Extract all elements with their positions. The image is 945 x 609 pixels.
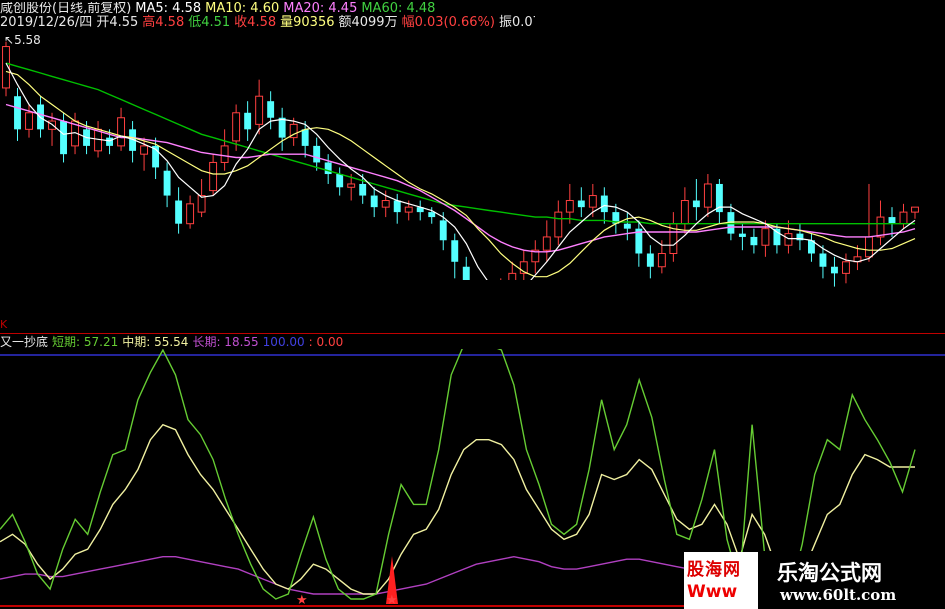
- max-price-marker: ↖5.58: [4, 33, 41, 47]
- watermark-guhaiwang-www: Www: [687, 582, 738, 602]
- watermark-letao-url: www.60lt.com: [780, 586, 897, 604]
- zero-label: : 0.00: [308, 335, 344, 349]
- candle-body-down: [600, 195, 608, 213]
- candle-body-up: [657, 253, 666, 268]
- candle-body-down: [267, 101, 275, 118]
- max-price-label: 5.58: [14, 33, 41, 47]
- candle-body-down: [623, 223, 631, 229]
- candle-body-up: [865, 236, 873, 258]
- candle-body-up: [232, 112, 241, 142]
- candle-body-down: [738, 233, 746, 237]
- watermark-letao-text: 乐淘公式网: [777, 561, 882, 585]
- candle-body-up: [209, 161, 218, 192]
- ma60-label: MA60: 4.48: [361, 2, 436, 16]
- candle-body-down: [14, 96, 21, 130]
- candle-body-up: [381, 200, 390, 208]
- candle-body-down: [244, 112, 252, 130]
- occluding-box-top-right: [535, 0, 945, 140]
- high-label: 高4.58: [142, 15, 185, 30]
- buy-signal-star-icon: ★: [296, 593, 308, 608]
- candle-body-up: [404, 206, 413, 213]
- candle-body-up: [554, 211, 563, 238]
- candle-body-down: [60, 121, 67, 155]
- candle-body-down: [428, 212, 436, 218]
- level-label: 100.00: [262, 335, 305, 349]
- candle-body-down: [336, 174, 344, 188]
- open-label: 开4.55: [96, 15, 139, 30]
- buy-signal-star-icon: ★: [386, 593, 398, 608]
- candle-body-down: [359, 183, 367, 196]
- candle-body-down: [313, 145, 321, 163]
- candle-body-up: [703, 183, 712, 208]
- candle-body-up: [784, 233, 793, 246]
- candle-body-down: [831, 266, 838, 274]
- candle-body-up: [25, 112, 33, 130]
- candle-body-down: [451, 240, 459, 262]
- candle-body-down: [888, 217, 896, 224]
- stock-title: 咸创股份(日线,前复权): [0, 2, 132, 16]
- candle-body-up: [220, 145, 229, 163]
- candle-body-up: [842, 261, 850, 274]
- candle-body-up: [680, 200, 689, 225]
- candle-body-up: [899, 211, 908, 225]
- candle-body-up: [186, 203, 195, 225]
- indicator-name: 又一抄底: [0, 335, 49, 349]
- mid-term-label: 中期: 55.54: [122, 335, 189, 349]
- watermark-guhaiwang-text: 股海网: [687, 560, 741, 580]
- ma10-label: MA10: 4.60: [205, 2, 280, 16]
- low-label: 低4.51: [188, 15, 231, 30]
- candle-body-down: [301, 129, 309, 146]
- amount-label: 额4099万: [338, 15, 398, 30]
- candle-body-up: [197, 195, 206, 213]
- candle-body-down: [370, 195, 378, 208]
- candle-body-down: [750, 236, 758, 246]
- price-header: 咸创股份(日线,前复权) MA5: 4.58 MA10: 4.60 MA20: 4.4…: [0, 2, 535, 30]
- candle-body-down: [773, 228, 781, 246]
- occluding-box-bottom: [222, 280, 722, 330]
- candle-body-up: [347, 183, 356, 188]
- ma5-label: MA5: 4.58: [135, 2, 202, 16]
- change-label: 幅0.03(0.66%): [401, 15, 495, 30]
- candle-body-down: [819, 253, 827, 267]
- candle-body-down: [324, 162, 332, 175]
- volume-label: 量90356: [280, 15, 335, 30]
- candle-body-down: [163, 170, 171, 196]
- short-term-label: 短期: 57.21: [52, 335, 119, 349]
- panel-marker: K: [0, 318, 8, 331]
- candle-body-down: [577, 200, 585, 208]
- candle-body-up: [876, 216, 885, 238]
- candle-body-up: [588, 195, 597, 208]
- close-label: 收4.58: [234, 15, 277, 30]
- candle-body-up: [565, 200, 574, 213]
- candle-body-down: [175, 200, 183, 224]
- candle-body-up: [911, 206, 919, 213]
- candle-body-down: [278, 117, 286, 138]
- candle-body-down: [439, 220, 447, 241]
- long-term-label: 长期: 18.55: [192, 335, 259, 349]
- candle-body-up: [255, 95, 264, 125]
- candle-body-down: [106, 137, 114, 146]
- date-label: 2019/12/26/四: [0, 15, 93, 30]
- candle-body-up: [140, 145, 149, 155]
- watermark-letao: 乐淘公式网 www.60lt.com: [758, 551, 945, 609]
- candle-body-up: [761, 228, 770, 246]
- candle-body-up: [117, 117, 126, 147]
- candle-body-down: [393, 200, 401, 213]
- candle-body-down: [646, 253, 654, 267]
- amplitude-label: 振0.07: [498, 15, 535, 30]
- watermark-guhaiwang: 股海网 Www: [684, 552, 758, 609]
- candle-body-down: [692, 200, 700, 208]
- candle-body-up: [542, 236, 551, 251]
- ma20-label: MA20: 4.45: [283, 2, 358, 16]
- indicator-header: 又一抄底 短期: 57.21 中期: 55.54 长期: 18.55 100.00: 0…: [0, 334, 347, 350]
